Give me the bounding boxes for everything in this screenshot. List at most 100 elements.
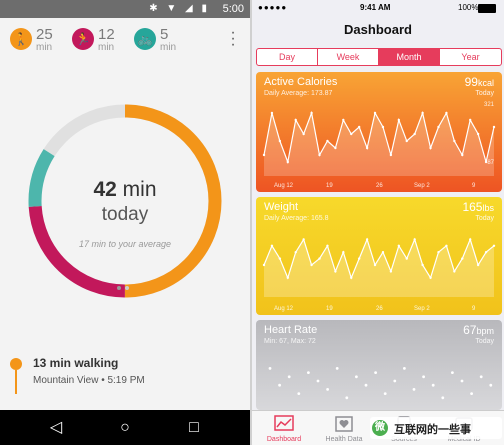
run-icon: 🏃 [72, 28, 94, 50]
calories-point [492, 125, 496, 129]
android-fit-screen: ✱ ▼ ◢ ▮ 5:00 🚶 25 min 🏃 12 min 🚲 5 min ·… [0, 0, 250, 445]
card-value-unit: kcal [477, 78, 494, 88]
active-calories-card[interactable]: Active Calories Daily Average: 173.87 99… [256, 72, 502, 192]
y-min-label: 87 [487, 160, 494, 166]
heart-rate-point [326, 388, 329, 391]
weight-point [445, 244, 448, 247]
heart-rate-point [451, 371, 454, 374]
weight-point [429, 276, 432, 279]
signal-icon: ●●●●● [258, 3, 288, 12]
weight-point [453, 270, 456, 273]
y-max-label: 321 [483, 102, 494, 108]
calories-point [294, 118, 297, 122]
x-label: Sep 2 [414, 306, 430, 312]
heart-rate-card[interactable]: Heart Rate Min: 67, Max: 72 67bpm Today [256, 320, 502, 410]
calories-point [429, 146, 432, 150]
overflow-menu-icon[interactable]: · · · [228, 25, 238, 53]
heart-rate-point [355, 375, 358, 379]
heart-rate-point [278, 383, 281, 387]
calories-area [264, 113, 494, 176]
weight-point [413, 238, 416, 241]
status-time: 9:41 AM [360, 3, 391, 12]
weight-point [381, 251, 385, 254]
calories-point [397, 118, 401, 122]
calories-point [270, 111, 274, 115]
weight-point [350, 276, 353, 279]
calories-point [469, 118, 472, 122]
calories-point [389, 153, 393, 157]
x-label: 19 [326, 306, 333, 312]
tab-label: Health Data [325, 436, 363, 443]
card-value-number: 165 [462, 200, 483, 214]
recent-apps-icon[interactable]: □ [184, 418, 204, 438]
card-value: 165lbs [462, 200, 494, 214]
card-subtitle: Daily Average: 165.8 [264, 215, 329, 222]
stat-value: 25 [36, 26, 53, 43]
calories-point [310, 111, 313, 115]
card-title: Active Calories [264, 76, 338, 88]
card-value: 99kcal [465, 75, 494, 89]
weight-point [461, 257, 464, 260]
x-label: 9 [472, 183, 476, 189]
calories-point [445, 111, 448, 115]
weight-point [437, 251, 440, 254]
card-value: 67bpm [463, 323, 494, 337]
heart-rate-point [412, 388, 416, 391]
back-icon[interactable]: ◁ [46, 418, 66, 438]
dashboard-icon [274, 415, 294, 431]
ring-minutes-unit: min [122, 178, 157, 201]
stat-unit: min [98, 42, 115, 53]
weight-point [334, 270, 337, 273]
card-date: Today [475, 215, 494, 222]
card-value-unit: lbs [482, 203, 494, 213]
segment-year[interactable]: Year [440, 49, 501, 65]
heart-rate-point [374, 371, 377, 374]
heart-rate-point [431, 383, 435, 387]
card-title: Weight [264, 201, 299, 213]
card-date: Today [475, 338, 494, 345]
weight-point [326, 244, 329, 247]
page-dot [125, 286, 129, 290]
heart-rate-point [335, 367, 339, 370]
weight-point [484, 251, 488, 254]
calories-point [461, 153, 464, 157]
tab-dashboard[interactable]: Dashboard [256, 413, 312, 445]
calories-point [334, 146, 337, 150]
heart-rate-point [403, 367, 406, 370]
tab-health-data[interactable]: Health Data [316, 413, 372, 445]
timeline-line [15, 370, 17, 394]
heart-rate-point [441, 396, 445, 400]
weight-card[interactable]: Weight Daily Average: 165.8 165lbs Today… [256, 197, 502, 315]
segment-day[interactable]: Day [257, 49, 318, 65]
battery-percent: 100% [458, 3, 479, 12]
x-label: Aug 12 [274, 306, 294, 312]
card-subtitle: Daily Average: 173.87 [264, 90, 333, 97]
weight-point [421, 263, 424, 267]
weight-point [476, 263, 480, 267]
weight-point [365, 238, 369, 241]
heart-rate-point [383, 392, 387, 395]
calories-point [326, 139, 329, 143]
x-label: 26 [376, 183, 383, 189]
activity-location: Mountain View • 5:19 PM [33, 375, 145, 386]
calories-point [476, 132, 480, 136]
ring-sub: today [101, 204, 149, 225]
segment-week[interactable]: Week [318, 49, 379, 65]
stat-unit: min [160, 42, 177, 53]
heart-rate-point [460, 379, 464, 383]
card-value-unit: bpm [476, 326, 494, 336]
calories-point [350, 132, 353, 136]
calories-point [373, 111, 377, 115]
android-status-bar: ✱ ▼ ◢ ▮ 5:00 [0, 0, 250, 18]
activity-entry[interactable]: 13 min walking Mountain View • 5:19 PM [0, 346, 250, 394]
calories-point [357, 125, 361, 129]
weight-point [373, 263, 377, 267]
segment-month[interactable]: Month [379, 49, 440, 65]
weight-point [342, 251, 345, 254]
card-subtitle: Min: 67, Max: 72 [264, 338, 316, 345]
card-value-number: 99 [464, 75, 478, 89]
x-label: Aug 12 [274, 183, 294, 189]
home-icon[interactable]: ○ [115, 418, 135, 438]
activity-title: 13 min walking [33, 356, 119, 370]
x-label: 19 [326, 183, 333, 189]
